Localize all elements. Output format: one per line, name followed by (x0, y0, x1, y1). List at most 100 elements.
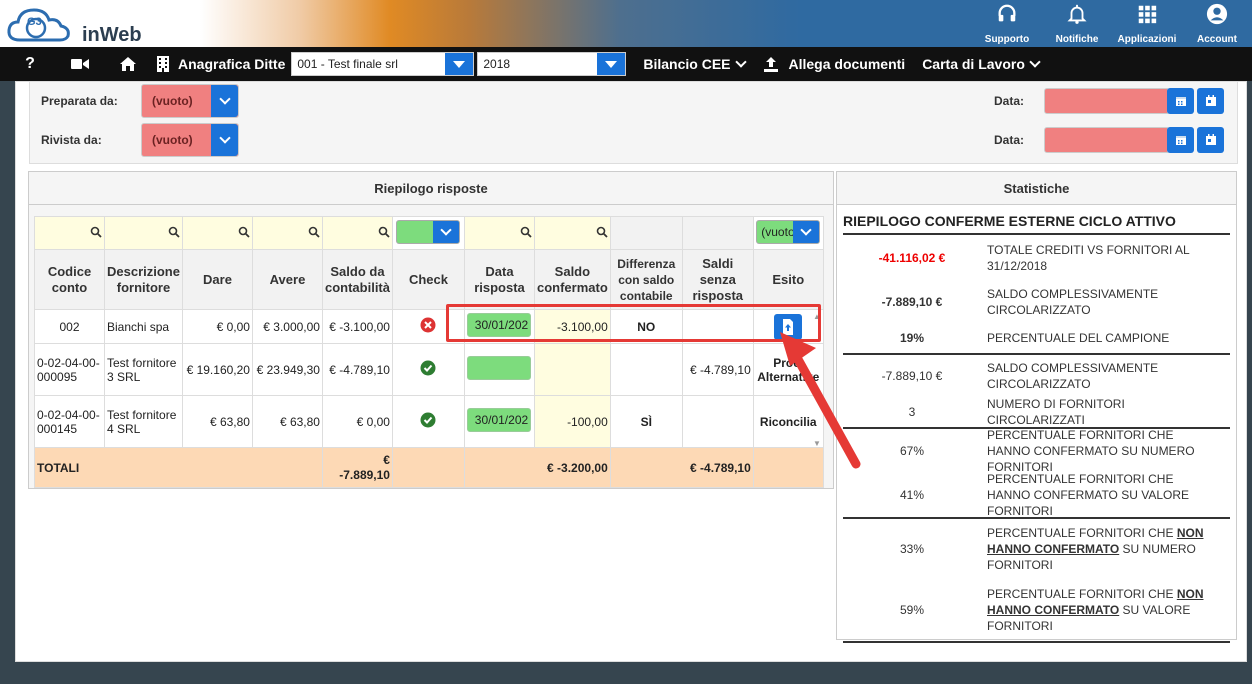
dropdown-button[interactable] (793, 220, 820, 243)
filter-esito-cell: (vuoto) (752, 216, 824, 250)
preparata-select[interactable]: (vuoto) (141, 84, 239, 118)
notifiche-label: Notifiche (1055, 34, 1099, 45)
search-icon (378, 226, 390, 238)
table-row[interactable]: 0-02-04-00-000145 Test fornitore 4 SRL €… (34, 395, 824, 448)
col-header[interactable]: Saldi senza risposta (681, 249, 754, 310)
cell-differenza (609, 343, 683, 396)
col-header[interactable]: Descrizione fornitore (104, 249, 183, 310)
filter-saldo-confermato[interactable] (533, 216, 611, 250)
stat-desc: SALDO COMPLESSIVAMENTE CIRCOLARIZZATO (987, 287, 1159, 317)
ditta-dropdown-button[interactable] (445, 53, 474, 75)
col-header[interactable]: Check (391, 249, 465, 310)
preparata-dropdown-button[interactable] (211, 85, 238, 117)
calendar-today-button[interactable] (1197, 88, 1224, 114)
col-header[interactable]: Saldo da contabilità (321, 249, 393, 310)
col-header[interactable]: Differenza con saldo contabile (609, 249, 683, 310)
col-header[interactable]: Avere (251, 249, 323, 310)
user-icon (1206, 3, 1228, 25)
cell-descrizione: Bianchi spa (104, 309, 183, 344)
stat-desc-pre: PERCENTUALE FORNITORI CHE (987, 587, 1177, 601)
filter-dare[interactable] (181, 216, 253, 250)
col-header[interactable]: Codice conto (34, 249, 105, 310)
cell-saldo-confermato[interactable] (533, 343, 611, 396)
home-button[interactable] (100, 56, 156, 72)
statistiche-subtitle: RIEPILOGO CONFERME ESTERNE CICLO ATTIVO (843, 213, 1176, 229)
filter-saldo[interactable] (321, 216, 393, 250)
preparation-panel: Preparata da: (vuoto) Rivista da: (vuoto… (29, 82, 1238, 164)
filter-esito-select[interactable]: (vuoto) (756, 219, 821, 244)
stat-desc: PERCENTUALE FORNITORI CHE NON HANNO CONF… (987, 586, 1217, 634)
cell-saldo-confermato[interactable]: -100,00 (533, 395, 611, 448)
highlight-box (446, 304, 821, 342)
search-icon (90, 226, 102, 238)
stat-row: 19% PERCENTUALE DEL CAMPIONE (837, 325, 1236, 351)
applicazioni-link[interactable]: Applicazioni (1112, 0, 1182, 47)
stat-desc: PERCENTUALE FORNITORI CHE HANNO CONFERMA… (987, 472, 1190, 518)
supporto-link[interactable]: Supporto (972, 0, 1042, 47)
notifiche-link[interactable]: Notifiche (1042, 0, 1112, 47)
chevron-down-icon (1029, 55, 1041, 68)
col-header[interactable]: Data risposta (463, 249, 535, 310)
preparata-label: Preparata da: (41, 94, 118, 108)
filter-codice[interactable] (34, 216, 105, 250)
filter-check-select[interactable] (396, 219, 461, 244)
error-x-icon (420, 317, 436, 333)
col-header[interactable]: Dare (181, 249, 253, 310)
video-camera-icon (71, 59, 89, 69)
carta-di-lavoro-menu[interactable]: Carta di Lavoro (922, 55, 1041, 72)
stat-row: 67% PERCENTUALE FORNITORI CHE HANNO CONF… (837, 428, 1236, 474)
cell-data (463, 343, 535, 396)
filter-descrizione[interactable] (104, 216, 183, 250)
filter-data[interactable] (463, 216, 535, 250)
data-rivista-input[interactable] (1044, 127, 1168, 153)
logo[interactable]: G3 inWeb (6, 4, 146, 46)
data-risposta-input[interactable] (467, 356, 532, 380)
stat-value: 59% (899, 603, 925, 617)
totals-empty (391, 447, 465, 488)
table-row[interactable]: 0-02-04-00-000095 Test fornitore 3 SRL €… (34, 343, 824, 396)
rivista-select[interactable]: (vuoto) (141, 123, 239, 157)
data-label-rivista: Data: (994, 133, 1025, 147)
stat-desc: PERCENTUALE FORNITORI CHE NON HANNO CONF… (987, 525, 1217, 573)
col-header[interactable]: Esito (752, 249, 824, 310)
cell-descrizione: Test fornitore 3 SRL (104, 343, 183, 396)
help-button[interactable]: ? (0, 55, 60, 73)
video-button[interactable] (60, 57, 100, 71)
stat-row: 33% PERCENTUALE FORNITORI CHE NON HANNO … (837, 519, 1236, 579)
rivista-dropdown-button[interactable] (211, 124, 238, 156)
data-preparata-input[interactable] (1044, 88, 1168, 114)
calendar-button[interactable] (1167, 88, 1194, 114)
search-icon (308, 226, 320, 238)
search-icon (520, 226, 532, 238)
chevron-down-icon (734, 55, 747, 68)
allega-documenti-link[interactable]: Allega documenti (763, 56, 905, 72)
cell-data: 30/01/202 (463, 395, 535, 448)
year-select[interactable]: 2018 (477, 52, 627, 76)
account-link[interactable]: Account (1182, 0, 1252, 47)
rivista-value: (vuoto) (152, 133, 193, 147)
help-icon: ? (25, 55, 35, 72)
logo-badge: G3 (27, 16, 42, 28)
calendar-button[interactable] (1167, 127, 1194, 153)
calendar-today-button[interactable] (1197, 127, 1224, 153)
main-content: Preparata da: (vuoto) Rivista da: (vuoto… (15, 81, 1247, 662)
header-row: Codice conto Descrizione fornitore Dare … (34, 249, 824, 310)
cloud-logo-icon (7, 8, 70, 42)
dropdown-button[interactable] (433, 220, 460, 243)
col-header[interactable]: Saldo confermato (533, 249, 611, 310)
data-risposta-input[interactable]: 30/01/202 (467, 408, 532, 432)
grid-icon (1138, 5, 1157, 24)
anagrafica-ditte-link[interactable]: Anagrafica Ditte (156, 56, 285, 72)
chevron-down-icon (218, 132, 231, 144)
cell-differenza: SÌ (609, 395, 683, 448)
totals-row: TOTALI € -7.889,10 € -3.200,00 € -4.789,1… (34, 447, 824, 488)
cell-check (391, 343, 465, 396)
filter-avere[interactable] (251, 216, 323, 250)
ditta-select[interactable]: 001 - Test finale srl (291, 52, 475, 76)
check-circle-icon (420, 360, 436, 376)
cell-check (391, 395, 465, 448)
bilancio-cee-menu[interactable]: Bilancio CEE (643, 55, 747, 72)
filter-row: (vuoto) (34, 216, 824, 250)
cell-saldo: € 0,00 (321, 395, 393, 448)
year-dropdown-button[interactable] (597, 53, 626, 75)
